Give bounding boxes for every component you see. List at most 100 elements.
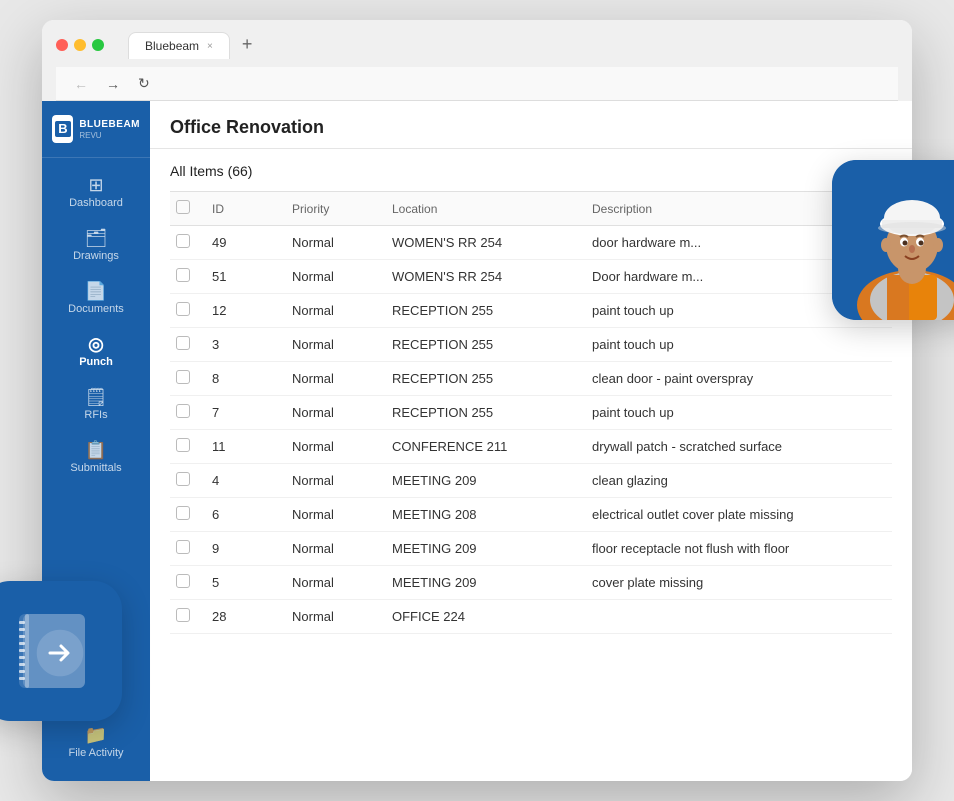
forward-button[interactable]: →	[102, 74, 124, 94]
page-header: Office Renovation	[150, 101, 912, 149]
drawings-icon: 🗂	[85, 229, 108, 247]
refresh-button[interactable]: ↻	[134, 73, 154, 94]
sidebar-logo: B BLUEBEAM REVU	[42, 101, 150, 158]
cell-priority-5: Normal	[280, 396, 380, 430]
sidebar-item-documents[interactable]: 📄 Documents	[42, 272, 150, 325]
table-row: 6 Normal MEETING 208 electrical outlet c…	[170, 498, 892, 532]
row-checkbox-10[interactable]	[176, 574, 190, 588]
cell-priority-11: Normal	[280, 600, 380, 634]
cell-id-3: 3	[200, 328, 280, 362]
app-icon-inner	[7, 606, 97, 696]
browser-tab[interactable]: Bluebeam ×	[128, 32, 230, 59]
cell-description-7: clean glazing	[580, 464, 892, 498]
cell-location-2: RECEPTION 255	[380, 294, 580, 328]
cell-id-0: 49	[200, 226, 280, 260]
traffic-light-yellow[interactable]	[74, 39, 86, 51]
cell-priority-8: Normal	[280, 498, 380, 532]
cell-id-11: 28	[200, 600, 280, 634]
sidebar-item-drawings[interactable]: 🗂 Drawings	[42, 219, 150, 272]
cell-location-4: RECEPTION 255	[380, 362, 580, 396]
submittals-icon: 📋	[85, 441, 107, 459]
dashboard-icon: ⊞	[88, 176, 103, 194]
cell-location-1: WOMEN'S RR 254	[380, 260, 580, 294]
cell-priority-1: Normal	[280, 260, 380, 294]
sidebar-bottom: 📁 File Activity	[42, 716, 150, 769]
cell-description-11	[580, 600, 892, 634]
cell-priority-4: Normal	[280, 362, 380, 396]
table-row: 11 Normal CONFERENCE 211 drywall patch -…	[170, 430, 892, 464]
select-all-checkbox[interactable]	[176, 200, 190, 214]
rfis-icon: 🗒	[85, 388, 108, 406]
table-row: 9 Normal MEETING 209 floor receptacle no…	[170, 532, 892, 566]
sidebar-item-punch[interactable]: ◎ Punch	[42, 325, 150, 378]
cell-priority-3: Normal	[280, 328, 380, 362]
cell-id-6: 11	[200, 430, 280, 464]
logo-icon: B	[52, 115, 73, 143]
cell-priority-10: Normal	[280, 566, 380, 600]
col-header-priority: Priority	[280, 192, 380, 226]
row-checkbox-0[interactable]	[176, 234, 190, 248]
table-row: 4 Normal MEETING 209 clean glazing	[170, 464, 892, 498]
cell-description-5: paint touch up	[580, 396, 892, 430]
row-checkbox-1[interactable]	[176, 268, 190, 282]
cell-priority-6: Normal	[280, 430, 380, 464]
cell-id-1: 51	[200, 260, 280, 294]
cell-id-10: 5	[200, 566, 280, 600]
cell-location-0: WOMEN'S RR 254	[380, 226, 580, 260]
cell-location-10: MEETING 209	[380, 566, 580, 600]
table-row: 5 Normal MEETING 209 cover plate missing	[170, 566, 892, 600]
page-title: Office Renovation	[170, 117, 892, 138]
col-header-location: Location	[380, 192, 580, 226]
table-row: 12 Normal RECEPTION 255 paint touch up	[170, 294, 892, 328]
items-table: ID Priority Location Description 49 Norm…	[170, 191, 892, 634]
content-area: All Items (66) ID Priority Location Desc…	[150, 149, 912, 781]
cell-description-6: drywall patch - scratched surface	[580, 430, 892, 464]
dashboard-label: Dashboard	[69, 197, 123, 209]
table-row: 7 Normal RECEPTION 255 paint touch up	[170, 396, 892, 430]
cell-id-4: 8	[200, 362, 280, 396]
tab-label: Bluebeam	[145, 39, 199, 53]
svg-text:B: B	[58, 121, 67, 136]
cell-description-3: paint touch up	[580, 328, 892, 362]
cell-priority-2: Normal	[280, 294, 380, 328]
section-title: All Items (66)	[170, 163, 892, 179]
row-checkbox-9[interactable]	[176, 540, 190, 554]
cell-id-5: 7	[200, 396, 280, 430]
back-button[interactable]: ←	[70, 74, 92, 94]
new-tab-button[interactable]: +	[234, 30, 261, 59]
cell-id-9: 9	[200, 532, 280, 566]
cell-location-3: RECEPTION 255	[380, 328, 580, 362]
row-checkbox-2[interactable]	[176, 302, 190, 316]
cell-priority-7: Normal	[280, 464, 380, 498]
rfis-label: RFIs	[84, 409, 107, 421]
tab-close-button[interactable]: ×	[207, 41, 213, 52]
row-checkbox-8[interactable]	[176, 506, 190, 520]
row-checkbox-6[interactable]	[176, 438, 190, 452]
row-checkbox-7[interactable]	[176, 472, 190, 486]
row-checkbox-11[interactable]	[176, 608, 190, 622]
row-checkbox-3[interactable]	[176, 336, 190, 350]
logo-subtext: REVU	[79, 131, 140, 140]
drawings-label: Drawings	[73, 250, 119, 262]
sidebar-item-submittals[interactable]: 📋 Submittals	[42, 431, 150, 484]
cell-priority-9: Normal	[280, 532, 380, 566]
cell-location-8: MEETING 208	[380, 498, 580, 532]
sidebar-item-file-activity[interactable]: 📁 File Activity	[62, 716, 129, 769]
cell-location-11: OFFICE 224	[380, 600, 580, 634]
worker-avatar	[832, 160, 954, 320]
sidebar-item-dashboard[interactable]: ⊞ Dashboard	[42, 166, 150, 219]
cell-description-8: electrical outlet cover plate missing	[580, 498, 892, 532]
row-checkbox-5[interactable]	[176, 404, 190, 418]
traffic-light-red[interactable]	[56, 39, 68, 51]
cell-location-7: MEETING 209	[380, 464, 580, 498]
row-checkbox-4[interactable]	[176, 370, 190, 384]
sidebar-item-rfis[interactable]: 🗒 RFIs	[42, 378, 150, 431]
documents-label: Documents	[68, 303, 124, 315]
col-header-id: ID	[200, 192, 280, 226]
traffic-light-green[interactable]	[92, 39, 104, 51]
cell-priority-0: Normal	[280, 226, 380, 260]
cell-location-9: MEETING 209	[380, 532, 580, 566]
cell-description-9: floor receptacle not flush with floor	[580, 532, 892, 566]
cell-id-7: 4	[200, 464, 280, 498]
punch-icon: ◎	[88, 335, 104, 353]
